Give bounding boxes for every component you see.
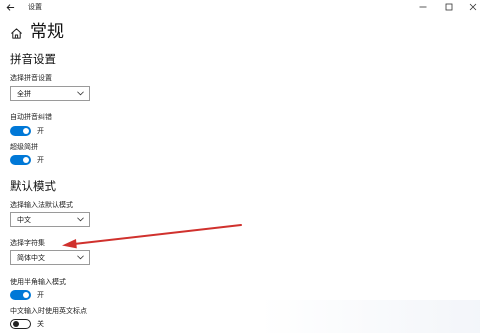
default-mode-label: 选择输入法默认模式 (10, 201, 73, 209)
charset-dropdown[interactable]: 简体中文 (10, 250, 90, 265)
super-jianpin-state: 开 (37, 156, 44, 164)
toggle-knob (13, 320, 19, 327)
close-icon (469, 3, 477, 11)
toggle-knob (23, 157, 29, 163)
english-punct-label: 中文输入时使用英文标点 (10, 307, 87, 315)
default-mode-section-title: 默认模式 (10, 179, 56, 193)
pinyin-section-title: 拼音设置 (10, 52, 56, 66)
pinyin-select-label: 选择拼音设置 (10, 74, 52, 82)
chevron-down-icon (77, 217, 84, 222)
home-icon[interactable] (10, 27, 23, 40)
chevron-down-icon (77, 255, 84, 260)
title-bar: 设置 (0, 0, 480, 15)
back-button[interactable] (4, 1, 16, 13)
fuzzy-correct-label: 自动拼音纠错 (10, 113, 52, 121)
charset-label: 选择字符集 (10, 239, 45, 247)
default-mode-value: 中文 (17, 216, 31, 224)
maximize-button[interactable] (438, 0, 460, 14)
bottom-watermark-fade (260, 300, 480, 333)
minimize-button[interactable] (412, 0, 434, 14)
english-punct-toggle[interactable] (10, 319, 31, 329)
fuzzy-correct-toggle[interactable] (10, 126, 31, 136)
app-title: 设置 (28, 3, 42, 11)
charset-value: 简体中文 (17, 254, 45, 262)
super-jianpin-label: 超级简拼 (10, 143, 38, 151)
chevron-down-icon (77, 91, 84, 96)
toggle-knob (23, 128, 29, 134)
minimize-icon (419, 6, 427, 8)
page-title: 常规 (30, 22, 64, 42)
back-arrow-icon (6, 3, 14, 11)
settings-window: 设置 常规 拼音设置 选择拼音设置 全拼 自动拼音纠错 开 超级简拼 开 默认模… (0, 0, 480, 333)
fuzzy-correct-state: 开 (37, 127, 44, 135)
maximize-icon (445, 3, 453, 11)
super-jianpin-toggle[interactable] (10, 155, 31, 165)
default-mode-dropdown[interactable]: 中文 (10, 212, 90, 227)
annotation-arrow (62, 224, 242, 249)
toggle-knob (23, 292, 29, 298)
pinyin-scheme-dropdown[interactable]: 全拼 (10, 86, 90, 101)
halfwidth-toggle[interactable] (10, 290, 31, 300)
close-button[interactable] (462, 0, 480, 14)
halfwidth-state: 开 (37, 291, 44, 299)
halfwidth-label: 使用半角输入模式 (10, 278, 66, 286)
english-punct-state: 关 (37, 320, 44, 328)
pinyin-scheme-value: 全拼 (17, 90, 31, 98)
